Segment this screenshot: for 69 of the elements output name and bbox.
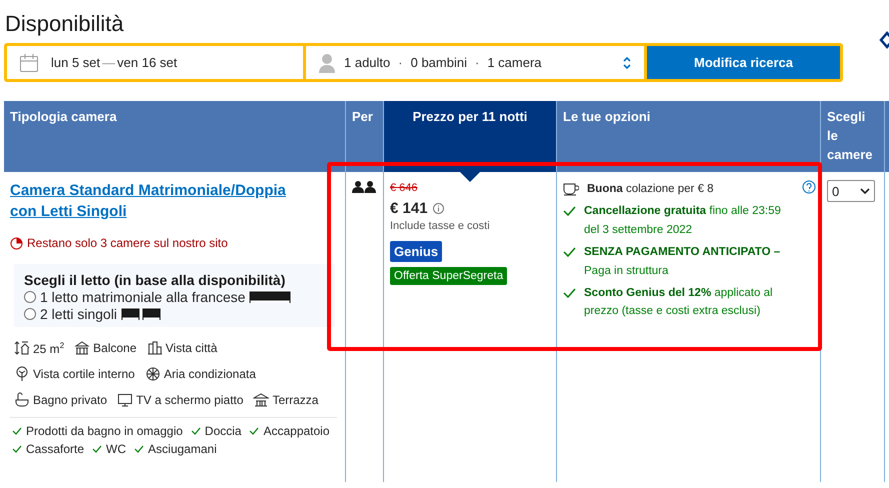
- page-heading: Disponibilità: [5, 11, 124, 37]
- separator-dot: ·: [398, 55, 403, 70]
- option-text: Buona colazione per € 8: [587, 182, 714, 197]
- check-icon: [563, 288, 576, 298]
- help-icon[interactable]: [802, 180, 816, 194]
- amenity-text: Cassaforte: [26, 442, 84, 456]
- option-text: Sconto Genius del 12% applicato al prezzo (tasse e costi extra esclusi): [584, 286, 774, 320]
- size-icon: [14, 340, 30, 356]
- two-persons-icon: [352, 181, 376, 193]
- balcony-icon: [74, 340, 90, 356]
- double-bed-icon: [249, 291, 292, 303]
- pointer-triangle: [460, 172, 480, 182]
- check-icon: [563, 247, 576, 258]
- amenity-text: Prodotti da bagno in omaggio: [26, 424, 183, 438]
- tv-icon: [117, 392, 134, 408]
- genius-badge: Genius: [390, 241, 442, 262]
- feature-text: TV a schermo piatto: [136, 393, 244, 407]
- cup-icon: [563, 182, 579, 196]
- bed-prompt: Scegli il letto (in base alla disponibilità): [24, 272, 286, 288]
- search-button[interactable]: Modifica ricerca: [647, 46, 840, 79]
- courtyard-icon: [14, 366, 30, 382]
- check-icon: [563, 206, 576, 216]
- city-icon: [146, 340, 163, 356]
- original-price: € 646: [390, 182, 419, 194]
- price-note: Include tasse e costi: [390, 220, 491, 232]
- bed-option: 2 letti singoli: [40, 306, 118, 322]
- amenity-text: Accappatoio: [263, 424, 330, 438]
- amenity-text: Doccia: [204, 424, 242, 438]
- amenity-text: WC: [106, 442, 126, 456]
- check-icon: [190, 427, 201, 435]
- date-field[interactable]: lun 5 set—ven 16 set: [7, 46, 303, 79]
- column-header: Le tue opzioni: [556, 101, 820, 172]
- column-header: Prezzo per 11 notti: [383, 101, 556, 172]
- column-header: Per: [345, 101, 383, 172]
- room-name-link[interactable]: Camera Standard Matrimoniale/Doppia con Letti Singoli: [10, 180, 310, 222]
- feature-text: 25 m$^{2}$: [33, 340, 64, 356]
- feature-text: Terrazza: [272, 393, 318, 407]
- bathroom-icon: [14, 392, 30, 408]
- radio-button[interactable]: [24, 291, 36, 303]
- check-icon: [92, 445, 102, 453]
- bed-option: 1 letto matrimoniale alla francese: [40, 289, 246, 305]
- radio-button[interactable]: [24, 308, 36, 320]
- person-icon: [318, 52, 336, 72]
- info-icon[interactable]: [432, 203, 444, 214]
- column-header: Tipologia camera: [4, 101, 345, 172]
- date-separator: —: [102, 55, 116, 70]
- clock-icon: [10, 236, 23, 250]
- rooms-select[interactable]: 0: [827, 180, 875, 202]
- feature-text: Balcone: [93, 341, 137, 355]
- terrace-icon: [253, 392, 270, 408]
- amenity-text: Asciugamani: [148, 442, 217, 456]
- check-icon: [134, 445, 144, 453]
- ac-icon: [144, 366, 161, 382]
- calendar-icon: [19, 52, 39, 72]
- feature-text: Vista cortile interno: [33, 367, 135, 381]
- feature-text: Aria condizionata: [164, 367, 256, 381]
- check-icon: [249, 427, 260, 435]
- guests-field[interactable]: 1 adulto · 0 bambini · 1 camera: [306, 46, 644, 79]
- column-header: Scegli le camere: [820, 101, 884, 172]
- separator-dot: ·: [474, 55, 480, 70]
- option-text: Cancellazione gratuita fino alle 23:59 del 3 settembre 2022: [584, 204, 782, 238]
- twin-beds-icon: [121, 308, 162, 320]
- up-down-icon: [622, 56, 632, 70]
- feature-text: Bagno privato: [33, 393, 108, 407]
- current-price: € 141: [390, 200, 428, 217]
- chevron-down-icon: [860, 188, 870, 194]
- deal-badge: Offerta SuperSegreta: [390, 267, 508, 285]
- feature-text: Vista città: [166, 341, 218, 355]
- urgency-text: Restano solo 3 camere sul nostro sito: [27, 236, 228, 250]
